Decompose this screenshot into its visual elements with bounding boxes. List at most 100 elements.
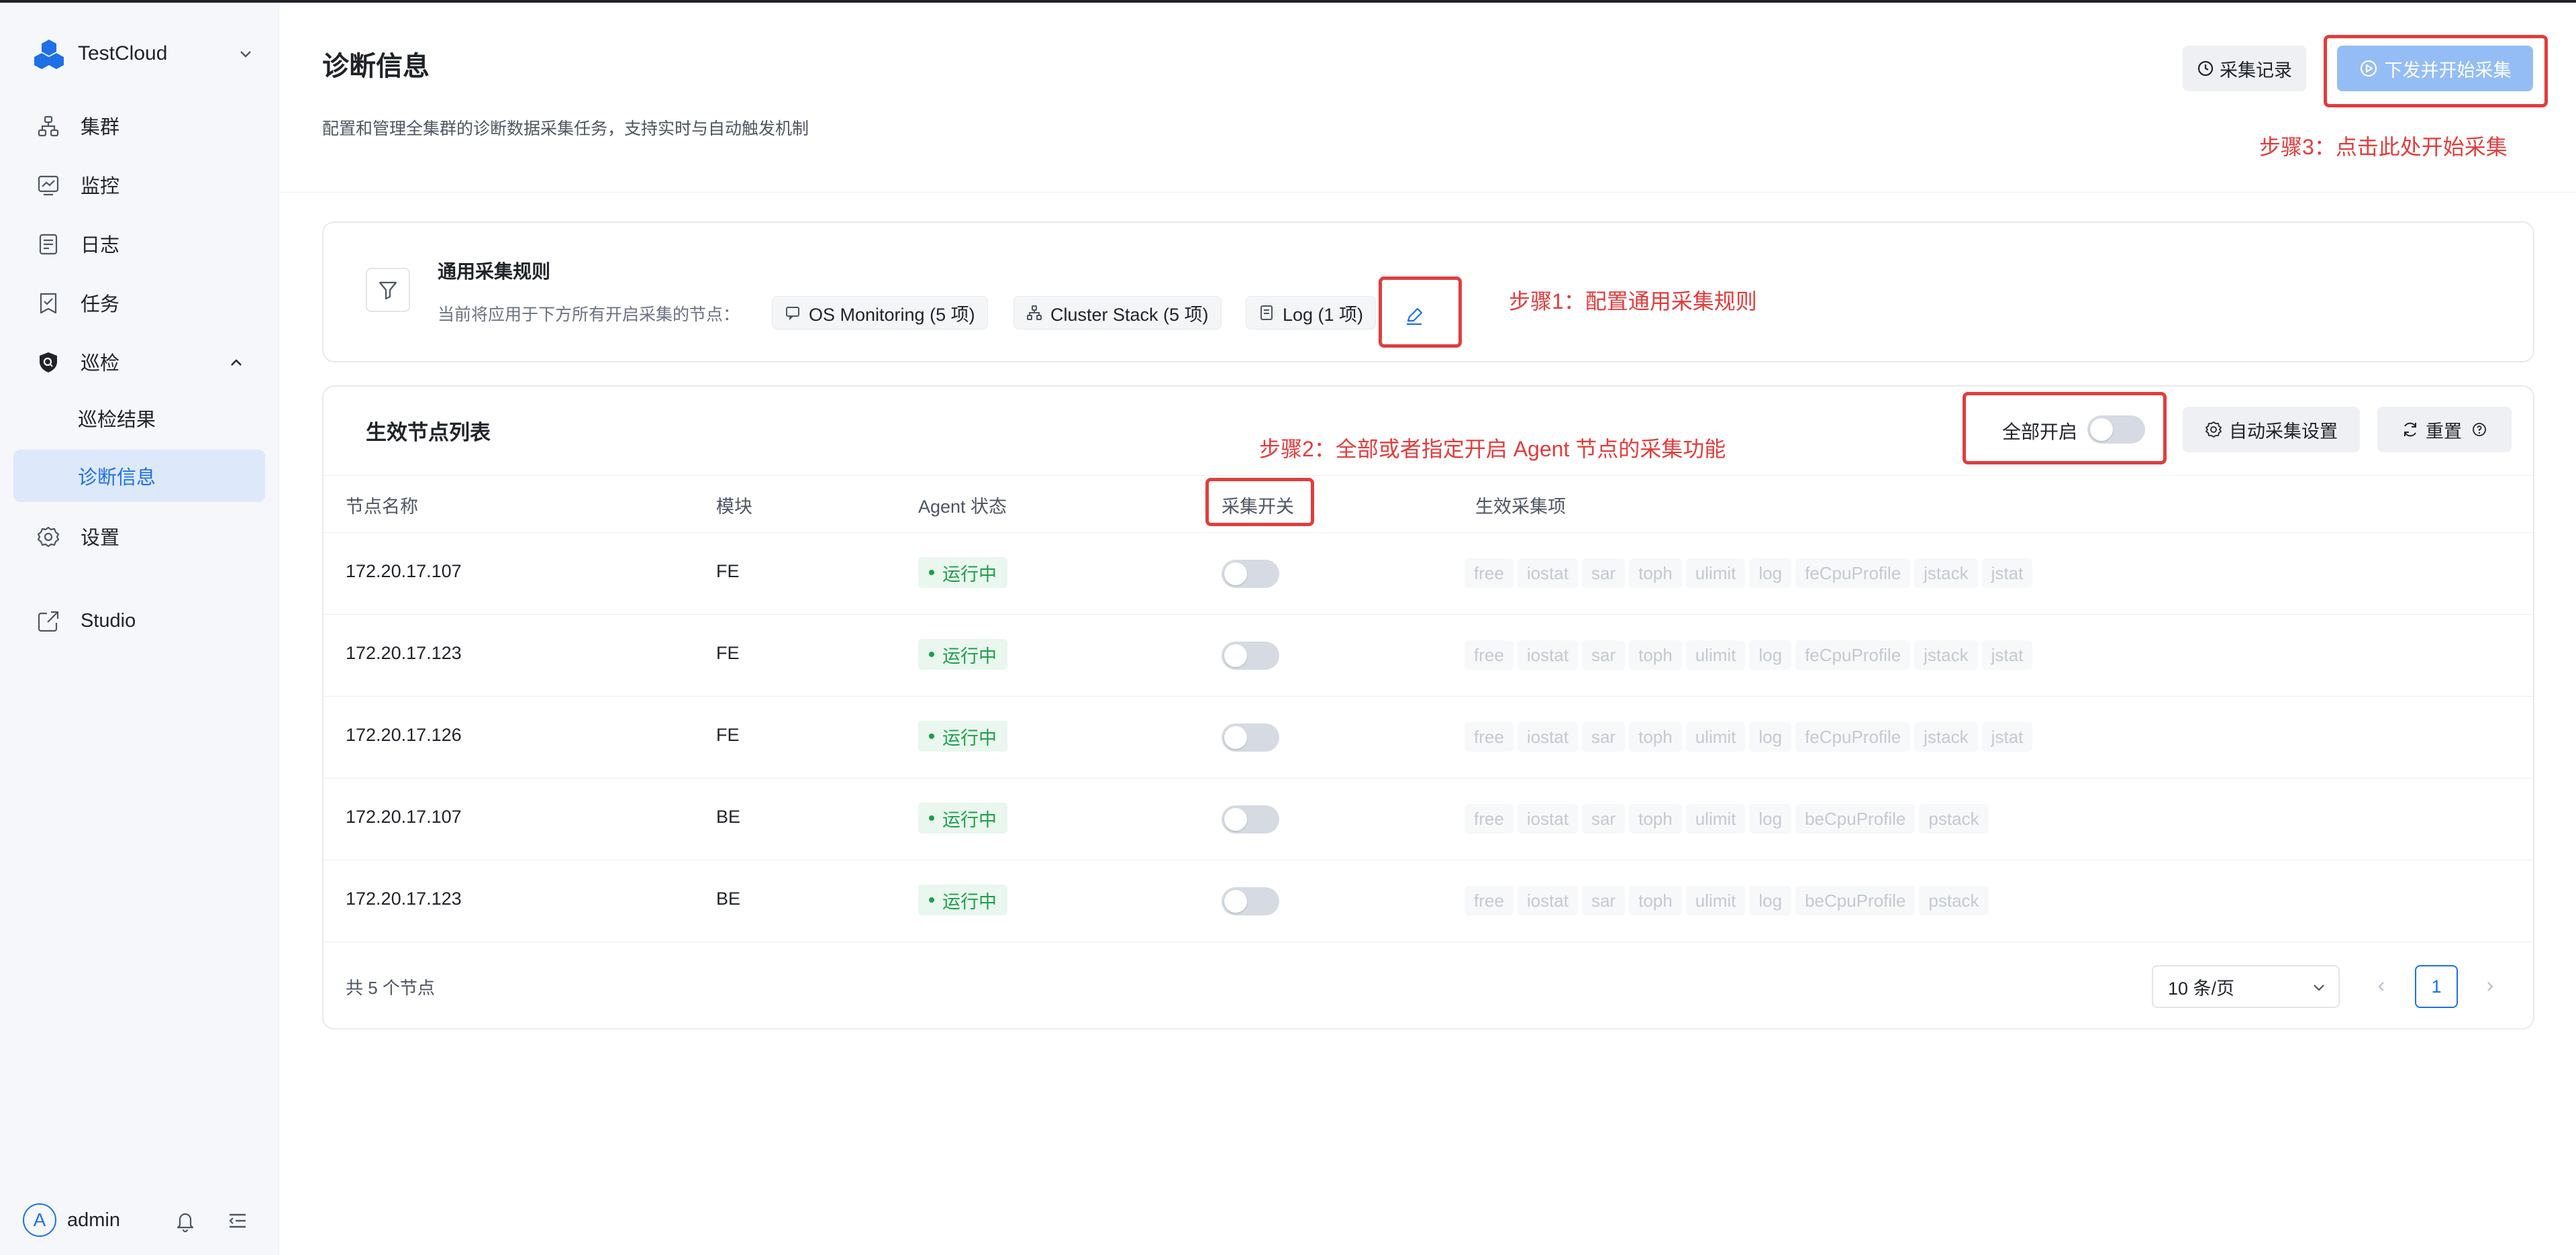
collect-item-tag: ulimit bbox=[1685, 886, 1746, 915]
rule-tag-label: OS Monitoring (5 项) bbox=[809, 304, 975, 325]
collect-item-tag: free bbox=[1465, 558, 1514, 588]
sidebar-item-label: Studio bbox=[81, 609, 136, 632]
avatar[interactable]: A bbox=[23, 1203, 56, 1237]
chat-square-icon bbox=[786, 307, 799, 321]
collection-records-button[interactable]: 采集记录 bbox=[2183, 46, 2306, 91]
sidebar-item-label: 监控 bbox=[81, 176, 120, 197]
collect-item-tag: ulimit bbox=[1685, 640, 1746, 670]
collect-item-tag: iostat bbox=[1517, 722, 1578, 752]
toggle-knob bbox=[1224, 562, 1247, 585]
rules-description: 当前将应用于下方所有开启采集的节点： bbox=[438, 305, 740, 324]
auto-collection-settings-label: 自动采集设置 bbox=[2229, 421, 2338, 442]
rules-title: 通用采集规则 bbox=[438, 261, 551, 282]
rule-tag-os-monitoring: OS Monitoring (5 项) bbox=[772, 296, 988, 330]
collect-item-tag: toph bbox=[1629, 640, 1682, 670]
module: FE bbox=[716, 643, 740, 663]
auto-collection-settings-button[interactable]: 自动采集设置 bbox=[2183, 407, 2360, 452]
status-dot bbox=[929, 897, 934, 903]
module: BE bbox=[716, 889, 741, 909]
collect-item-tag: iostat bbox=[1517, 558, 1578, 588]
gear-icon bbox=[37, 526, 60, 548]
collect-toggle[interactable] bbox=[1222, 642, 1279, 670]
header-divider bbox=[279, 192, 2576, 193]
collect-item-tag: pstack bbox=[1919, 804, 1989, 834]
bell-icon[interactable] bbox=[174, 1209, 197, 1232]
pagination-current-page[interactable]: 1 bbox=[2415, 965, 2458, 1008]
collect-item-tag: log bbox=[1749, 804, 1792, 834]
sidebar-item-inspection[interactable]: 巡检 bbox=[13, 336, 265, 388]
collection-records-label: 采集记录 bbox=[2220, 60, 2292, 81]
collect-item-tag: toph bbox=[1629, 722, 1682, 752]
sidebar-item-cluster[interactable]: 集群 bbox=[13, 99, 265, 152]
refresh-icon bbox=[2404, 422, 2416, 437]
help-circle-icon[interactable] bbox=[2471, 421, 2487, 438]
sidebar-item-task[interactable]: 任务 bbox=[13, 277, 265, 329]
sidebar-subitem-inspection-results[interactable]: 巡检结果 bbox=[13, 392, 265, 444]
sidebar-item-label: 日志 bbox=[81, 235, 120, 256]
monitor-icon bbox=[38, 175, 59, 196]
table-row: 172.20.17.126 FE 运行中 free iostat sar top… bbox=[324, 697, 2533, 779]
collect-item-tag: iostat bbox=[1517, 804, 1578, 834]
module: FE bbox=[716, 725, 740, 745]
toggle-knob bbox=[1224, 890, 1247, 913]
reset-label: 重置 bbox=[2426, 421, 2462, 442]
effective-items: free iostat sar toph ulimit log feCpuPro… bbox=[1465, 558, 2036, 588]
collect-toggle[interactable] bbox=[1222, 723, 1279, 752]
testcloud-logo-icon bbox=[34, 40, 64, 69]
sidebar-subitem-diagnostics[interactable]: 诊断信息 bbox=[13, 450, 265, 502]
collect-item-tag: feCpuProfile bbox=[1795, 640, 1911, 670]
log-icon bbox=[39, 234, 58, 255]
effective-items: free iostat sar toph ulimit log feCpuPro… bbox=[1465, 722, 2036, 752]
user-bar: A admin bbox=[23, 1201, 258, 1239]
chevron-right-icon[interactable] bbox=[2481, 977, 2499, 996]
workspace-switcher[interactable]: TestCloud bbox=[32, 35, 254, 72]
node-name: 172.20.17.123 bbox=[346, 889, 462, 909]
node-name: 172.20.17.107 bbox=[346, 807, 462, 827]
sidebar-item-label: 集群 bbox=[81, 117, 120, 138]
app-name: TestCloud bbox=[78, 42, 168, 64]
node-name: 172.20.17.126 bbox=[346, 725, 462, 745]
collect-item-tag: iostat bbox=[1517, 640, 1578, 670]
table-row: 172.20.17.123 BE 运行中 free iostat sar top… bbox=[324, 860, 2533, 942]
collect-item-tag: log bbox=[1749, 722, 1792, 752]
rule-tag-label: Log (1 项) bbox=[1283, 304, 1364, 325]
collect-toggle[interactable] bbox=[1222, 887, 1279, 915]
collect-item-tag: beCpuProfile bbox=[1795, 804, 1916, 834]
module: FE bbox=[716, 561, 740, 581]
table-row: 172.20.17.123 FE 运行中 free iostat sar top… bbox=[324, 615, 2533, 697]
collect-item-tag: jstat bbox=[1981, 558, 2033, 588]
reset-button[interactable]: 重置 bbox=[2377, 407, 2512, 452]
annotation-box-step1 bbox=[1379, 277, 1462, 348]
document-icon bbox=[1260, 305, 1273, 320]
collect-toggle[interactable] bbox=[1222, 805, 1279, 834]
collect-item-tag: log bbox=[1749, 640, 1792, 670]
annotation-box-step3 bbox=[2324, 35, 2548, 107]
collect-item-tag: sar bbox=[1581, 804, 1626, 834]
sidebar-item-settings[interactable]: 设置 bbox=[13, 510, 265, 562]
collect-item-tag: toph bbox=[1629, 886, 1682, 915]
collapse-menu-icon[interactable] bbox=[226, 1209, 249, 1232]
username[interactable]: admin bbox=[67, 1209, 120, 1232]
external-link-icon bbox=[38, 611, 59, 632]
collect-item-tag: log bbox=[1749, 886, 1792, 915]
sidebar-item-monitor[interactable]: 监控 bbox=[13, 158, 265, 211]
filter-icon bbox=[379, 281, 397, 300]
chevron-down-icon bbox=[240, 51, 251, 58]
status-text: 运行中 bbox=[942, 727, 997, 748]
filter-button[interactable] bbox=[366, 268, 410, 312]
chevron-left-icon[interactable] bbox=[2372, 977, 2391, 996]
shield-icon bbox=[40, 352, 57, 372]
page-size-select[interactable]: 10 条/页 bbox=[2152, 965, 2340, 1008]
collect-toggle[interactable] bbox=[1222, 560, 1279, 588]
sidebar-item-log[interactable]: 日志 bbox=[13, 217, 265, 270]
task-icon bbox=[40, 293, 57, 314]
rule-tag-log: Log (1 项) bbox=[1246, 296, 1377, 330]
toggle-knob bbox=[1224, 644, 1247, 667]
column-header-effective-items: 生效采集项 bbox=[1475, 497, 1566, 517]
total-count: 共 5 个节点 bbox=[346, 978, 435, 998]
collect-item-tag: pstack bbox=[1919, 886, 1989, 915]
table-row: 172.20.17.107 FE 运行中 free iostat sar top… bbox=[324, 533, 2533, 615]
table-header: 节点名称 模块 Agent 状态 采集开关 生效采集项 bbox=[324, 475, 2533, 533]
effective-items: free iostat sar toph ulimit log beCpuPro… bbox=[1465, 886, 1993, 915]
sidebar-item-studio[interactable]: Studio bbox=[13, 595, 265, 647]
